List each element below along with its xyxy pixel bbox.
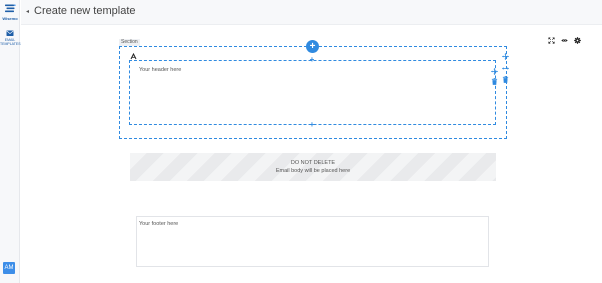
email-body-label: Email body will be placed here xyxy=(275,168,351,174)
email-body-placeholder: DO NOT DELETE Email body will be placed … xyxy=(130,153,496,181)
sidebar: Wisemo EMAIL TEMPLATES AM xyxy=(0,0,21,283)
canvas-toolbar xyxy=(548,37,581,45)
logo-text: Wisemo xyxy=(2,16,18,21)
section-label: Section xyxy=(119,39,140,46)
delete-section-icon[interactable] xyxy=(502,76,509,83)
page-header: ◂ Create new template xyxy=(21,0,602,25)
logo-icon[interactable] xyxy=(4,4,16,14)
footer-placeholder[interactable]: Your footer here xyxy=(139,221,178,227)
header-placeholder[interactable]: Your header here xyxy=(139,67,181,73)
page-title: Create new template xyxy=(34,5,136,17)
eye-icon[interactable] xyxy=(561,37,568,44)
add-row-bottom-icon[interactable]: + xyxy=(308,121,316,129)
envelope-icon xyxy=(6,30,14,36)
fullscreen-icon[interactable] xyxy=(548,37,555,44)
sidebar-item-label: EMAIL TEMPLATES xyxy=(0,38,21,46)
header-row[interactable] xyxy=(129,60,496,125)
move-row-icon[interactable] xyxy=(491,68,498,75)
add-section-button[interactable]: + xyxy=(306,40,319,53)
footer-container[interactable] xyxy=(136,216,489,267)
text-align-icon[interactable] xyxy=(130,53,137,60)
avatar[interactable]: AM xyxy=(3,262,15,274)
resize-section-icon[interactable] xyxy=(502,65,509,72)
sidebar-item-email-templates[interactable]: EMAIL TEMPLATES xyxy=(0,30,21,46)
delete-row-icon[interactable] xyxy=(491,78,498,85)
gear-icon[interactable] xyxy=(574,37,581,44)
do-not-delete-label: DO NOT DELETE xyxy=(290,160,336,166)
move-section-icon[interactable] xyxy=(502,53,509,60)
back-arrow-icon[interactable]: ◂ xyxy=(26,8,29,15)
